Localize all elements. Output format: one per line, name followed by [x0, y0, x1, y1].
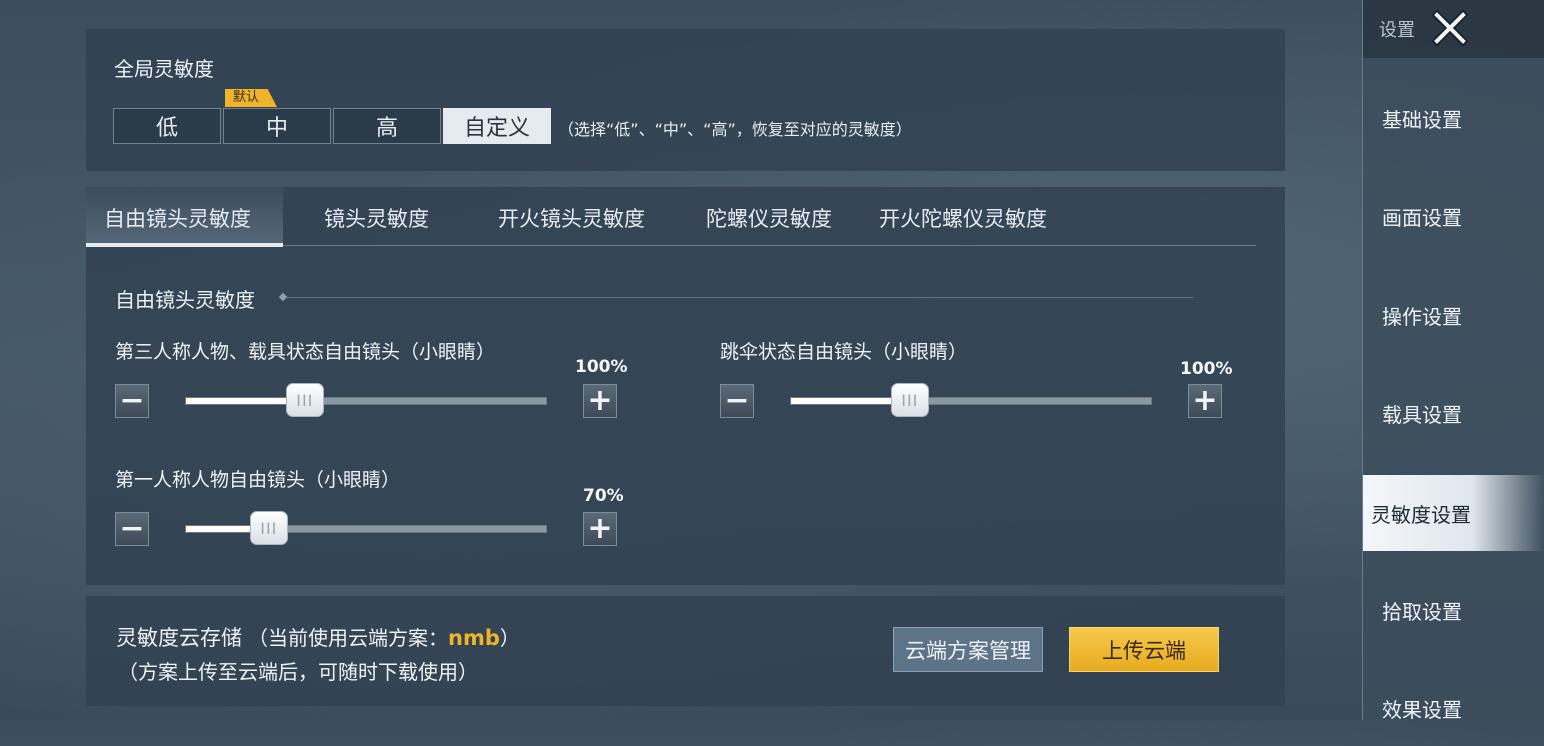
decrease-first-person-button[interactable]: − — [115, 512, 149, 546]
slider-thumb[interactable]: III — [890, 383, 929, 417]
cloud-storage-panel: 灵敏度云存储 （当前使用云端方案：nmb） （方案上传至云端后，可随时下载使用） … — [86, 596, 1285, 706]
preset-hint: （选择“低”、“中”、“高”，恢复至对应的灵敏度） — [558, 120, 912, 139]
preset-high-button[interactable]: 高 — [333, 108, 441, 144]
preset-custom-button[interactable]: 自定义 — [443, 108, 551, 144]
close-icon[interactable] — [1431, 9, 1469, 47]
increase-first-person-button[interactable]: + — [583, 512, 617, 546]
preset-low-button[interactable]: 低 — [113, 108, 221, 144]
default-badge: 默认 — [225, 89, 277, 107]
tab-fire-gyroscope[interactable]: 开火陀螺仪灵敏度 — [879, 203, 1047, 233]
sidebar-item-effects[interactable]: 效果设置 — [1363, 670, 1544, 746]
tab-camera[interactable]: 镜头灵敏度 — [324, 203, 429, 233]
slider-parachute[interactable]: III — [790, 383, 1152, 417]
sidebar-item-pickup[interactable]: 拾取设置 — [1363, 572, 1544, 648]
sidebar-item-controls[interactable]: 操作设置 — [1363, 277, 1544, 353]
section-title: 自由镜头灵敏度 — [115, 288, 255, 312]
cloud-storage-note: （方案上传至云端后，可随时下载使用） — [118, 660, 478, 684]
cloud-scheme-manage-button[interactable]: 云端方案管理 — [893, 627, 1043, 672]
upload-to-cloud-button[interactable]: 上传云端 — [1069, 627, 1219, 672]
global-sensitivity-title: 全局灵敏度 — [114, 57, 214, 81]
settings-sidebar: 设置 基础设置 画面设置 操作设置 载具设置 灵敏度设置 拾取设置 效果设置 — [1362, 0, 1544, 722]
sidebar-item-vehicle[interactable]: 载具设置 — [1363, 375, 1544, 451]
increase-third-person-button[interactable]: + — [583, 384, 617, 418]
settings-header-label: 设置 — [1379, 20, 1415, 41]
sidebar-item-graphics[interactable]: 画面设置 — [1363, 178, 1544, 254]
current-scheme-suffix: ） — [499, 626, 520, 650]
decrease-parachute-button[interactable]: − — [720, 384, 754, 418]
tab-fire-camera[interactable]: 开火镜头灵敏度 — [498, 203, 645, 233]
tab-free-look[interactable]: 自由镜头灵敏度 — [104, 203, 251, 233]
increase-parachute-button[interactable]: + — [1188, 384, 1222, 418]
section-divider — [286, 297, 1194, 298]
settings-header: 设置 — [1363, 0, 1544, 58]
current-scheme-prefix: （当前使用云端方案： — [248, 626, 448, 650]
slider-first-person[interactable]: III — [185, 511, 547, 545]
preset-medium-button[interactable]: 中 — [223, 108, 331, 144]
decrease-third-person-button[interactable]: − — [115, 384, 149, 418]
slider-label-first-person: 第一人称人物自由镜头（小眼睛） — [115, 469, 401, 491]
global-sensitivity-panel: 全局灵敏度 默认 低 中 高 自定义 （选择“低”、“中”、“高”，恢复至对应的… — [86, 29, 1285, 171]
slider-value-parachute: 100% — [1180, 359, 1233, 379]
slider-thumb[interactable]: III — [285, 383, 324, 417]
slider-label-third-person: 第三人称人物、载具状态自由镜头（小眼睛） — [115, 341, 496, 363]
slider-value-first-person: 70% — [583, 486, 624, 506]
preset-selector: 低 中 高 自定义 — [113, 108, 553, 144]
sidebar-item-sensitivity[interactable]: 灵敏度设置 — [1363, 475, 1544, 551]
cloud-storage-title: 灵敏度云存储 （当前使用云端方案：nmb） — [116, 622, 520, 652]
sidebar-item-basic[interactable]: 基础设置 — [1363, 80, 1544, 156]
active-tab-underline — [86, 243, 283, 247]
sensitivity-tabs: 自由镜头灵敏度 镜头灵敏度 开火镜头灵敏度 陀螺仪灵敏度 开火陀螺仪灵敏度 — [86, 187, 1256, 247]
slider-thumb[interactable]: III — [249, 511, 288, 545]
slider-label-parachute: 跳伞状态自由镜头（小眼睛） — [720, 341, 968, 363]
cloud-storage-label: 灵敏度云存储 — [116, 626, 242, 650]
tab-gyroscope[interactable]: 陀螺仪灵敏度 — [706, 203, 832, 233]
slider-third-person[interactable]: III — [185, 383, 547, 417]
slider-value-third-person: 100% — [575, 357, 628, 377]
current-scheme-name: nmb — [448, 626, 500, 650]
sensitivity-detail-panel: 自由镜头灵敏度 镜头灵敏度 开火镜头灵敏度 陀螺仪灵敏度 开火陀螺仪灵敏度 自由… — [86, 187, 1285, 585]
